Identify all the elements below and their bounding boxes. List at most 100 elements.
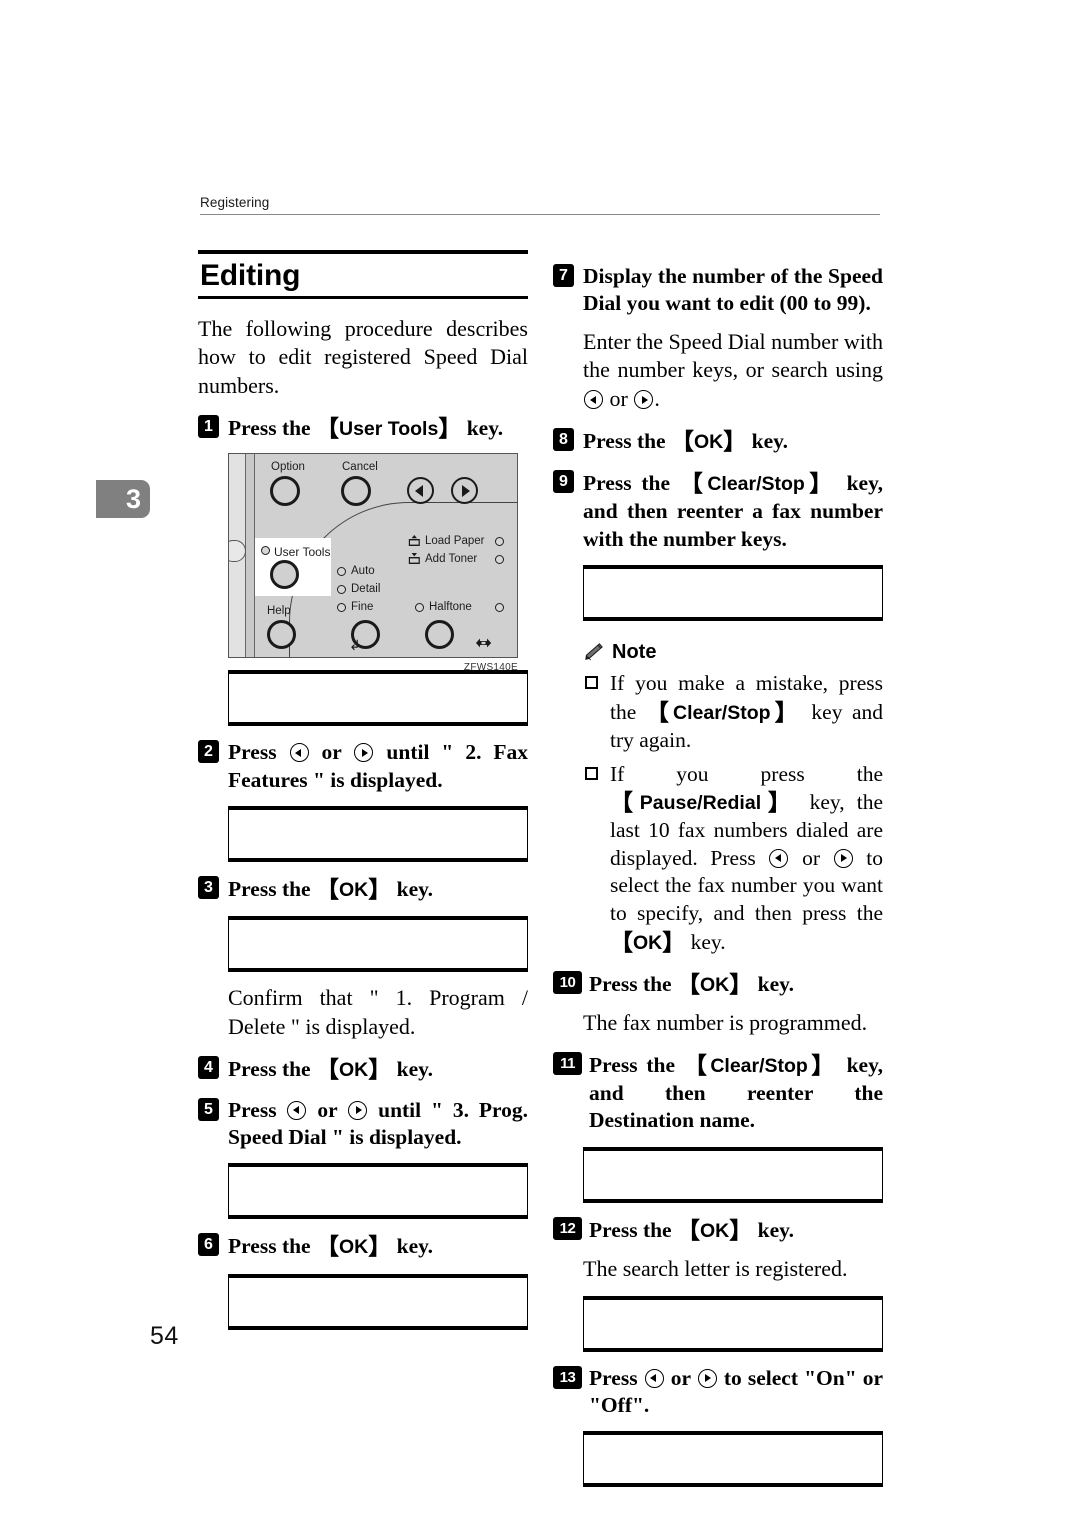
left-column: Editing The following procedure describe… (198, 250, 528, 1342)
panel-button-option[interactable] (270, 476, 300, 507)
step-6: 6 Press the 【OK】 key. (198, 1232, 528, 1261)
pencil-icon (585, 643, 603, 661)
panel-left-arrow-icon[interactable] (407, 477, 434, 505)
step-text-tail: key. (757, 1217, 795, 1242)
keycap-ok: 【OK】 (676, 1217, 753, 1243)
document-page: Registering 3 54 Editing The following p… (0, 0, 1080, 1526)
step-5: 5 Press or until " 3. Prog. Speed Dial "… (198, 1097, 528, 1152)
control-panel-illustration: Option Cancel User Tools Help Auto Detai… (228, 453, 518, 659)
header-rule (200, 213, 880, 215)
left-arrow-key-icon (289, 743, 309, 763)
keycap-ok: 【OK】 (315, 1056, 392, 1082)
step-badge: 10 (553, 970, 582, 994)
note-text-or: or (802, 845, 821, 870)
panel-label-cancel: Cancel (342, 461, 378, 474)
step-text-tail: key. (396, 1056, 434, 1081)
control-panel-figure: Option Cancel User Tools Help Auto Detai… (228, 453, 518, 673)
step-2: 2 Press or until " 2. Fax Features " is … (198, 739, 528, 794)
panel-label-auto: Auto (351, 565, 375, 578)
step-11: 11 Press the 【Clear/Stop】 key, and then … (553, 1051, 883, 1135)
confirm-text: Confirm that " 1. Program / Delete " is … (228, 985, 528, 1039)
step-text-tail: key. (466, 416, 504, 441)
step-text: Press the (589, 1217, 672, 1242)
lcd-display-placeholder-3 (228, 916, 528, 973)
left-arrow-key-icon (584, 390, 603, 410)
lcd-display-placeholder-4 (228, 1163, 528, 1220)
step-12: 12 Press the 【OK】 key. (553, 1216, 883, 1245)
panel-button-cancel[interactable] (341, 476, 371, 507)
panel-label-detail: Detail (351, 583, 381, 596)
step-1: 1 Press the 【User Tools】 key. (198, 414, 528, 443)
load-paper-icon (408, 535, 420, 547)
note-text: If you press the (610, 761, 883, 786)
panel-label-help: Help (267, 605, 291, 618)
panel-label-option: Option (271, 461, 305, 474)
panel-label-halftone: Halftone (429, 601, 472, 614)
step-7-body: Enter the Speed Dial number with the num… (583, 328, 883, 414)
step-10: 10 Press the 【OK】 key. (553, 970, 883, 999)
step-badge: 8 (553, 428, 574, 452)
panel-label-fine: Fine (351, 601, 374, 614)
panel-label-user-tools: User Tools (274, 545, 331, 560)
lcd-display-placeholder-1 (228, 670, 528, 727)
panel-label-load-paper: Load Paper (425, 535, 485, 548)
square-bullet-icon (585, 676, 598, 690)
keycap-user-tools: 【User Tools】 (315, 416, 462, 442)
heading-rule-bottom (198, 295, 528, 299)
step-badge: 6 (198, 1233, 219, 1257)
note-text-e: key. (690, 929, 726, 954)
keycap-ok: 【OK】 (610, 929, 686, 955)
note-item: If you make a mistake, press the 【Clear/… (583, 670, 883, 754)
running-header: Registering (200, 195, 880, 215)
square-bullet-icon (585, 766, 598, 780)
step-9: 9 Press the 【Clear/Stop】 key, and then r… (553, 469, 883, 553)
note-heading: Note (583, 641, 883, 664)
right-arrow-key-icon (354, 743, 374, 763)
running-header-text: Registering (200, 195, 270, 210)
keycap-pause-redial: 【Pause/Redial】 (610, 790, 798, 816)
step-badge: 12 (553, 1216, 582, 1240)
page-number: 54 (150, 1322, 179, 1350)
step-badge: 11 (553, 1051, 582, 1075)
step-text: Press the (228, 876, 311, 901)
step-text-tail: key. (396, 876, 434, 901)
step-badge: 5 (198, 1097, 219, 1121)
step-badge: 4 (198, 1055, 219, 1079)
step-text: Press the (228, 416, 311, 441)
step-text-tail: key. (757, 971, 795, 996)
keycap-ok: 【OK】 (315, 1234, 392, 1260)
right-arrow-key-icon (697, 1368, 717, 1388)
keycap-ok: 【OK】 (676, 971, 753, 997)
step-badge: 9 (553, 470, 574, 494)
step-text-tail: key. (396, 1234, 434, 1259)
left-arrow-key-icon (644, 1368, 664, 1388)
note-label: Note (612, 641, 657, 664)
step-text-or: or (670, 1365, 691, 1390)
keycap-ok: 【OK】 (670, 429, 747, 455)
left-arrow-key-icon (287, 1100, 307, 1120)
step-7-body-text: Enter the Speed Dial number with the num… (583, 328, 883, 383)
step-badge: 7 (553, 264, 574, 287)
keycap-clear-stop: 【Clear/Stop】 (645, 699, 802, 725)
step-text: Press the (589, 1052, 676, 1077)
step-4: 4 Press the 【OK】 key. (198, 1055, 528, 1084)
step-text: Press the (583, 471, 671, 496)
step-12-result: The search letter is registered. (583, 1255, 848, 1281)
step-text: Press (589, 1365, 638, 1390)
hook-symbol-icon: ↲ (349, 637, 361, 654)
heading-rule-top (198, 250, 528, 254)
panel-right-arrow-icon[interactable] (451, 477, 478, 505)
page-title: Editing (200, 259, 301, 292)
step-3: 3 Press the 【OK】 key. (198, 875, 528, 904)
lcd-display-placeholder-2 (228, 805, 528, 862)
step-text: Press the (589, 971, 672, 996)
step-7-body-period: . (654, 386, 660, 412)
right-arrow-key-icon (833, 848, 853, 868)
right-arrow-key-icon (348, 1100, 368, 1120)
lcd-display-placeholder-8 (583, 1295, 883, 1352)
lcd-display-placeholder-7 (583, 1146, 883, 1203)
lcd-display-placeholder-5 (228, 1273, 528, 1330)
step-text-tail: key. (751, 429, 789, 454)
add-toner-icon (408, 553, 420, 565)
step-text-or: or (317, 1097, 338, 1122)
